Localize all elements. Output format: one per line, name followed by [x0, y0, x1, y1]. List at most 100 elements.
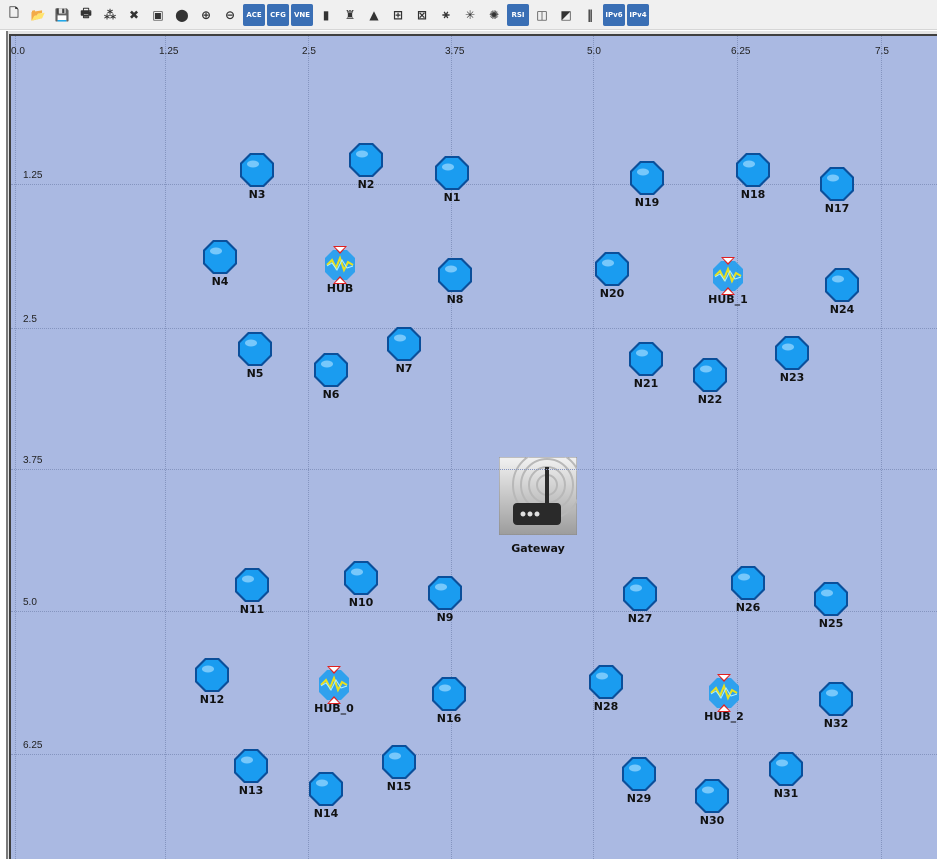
- hub-device-hub[interactable]: HUB: [305, 246, 375, 306]
- node-n17[interactable]: N17: [802, 166, 872, 226]
- node-n25[interactable]: N25: [796, 581, 866, 641]
- delete-icon[interactable]: ✖: [123, 4, 145, 26]
- node-icon: [623, 577, 657, 611]
- ipv6-icon[interactable]: IPv6: [603, 3, 625, 26]
- node-n1[interactable]: N1: [417, 155, 487, 215]
- hub-icon: [319, 666, 349, 704]
- node-label: N13: [238, 784, 264, 797]
- hub-device-hub_0[interactable]: HUB_0: [299, 666, 369, 726]
- node-n30[interactable]: N30: [677, 778, 747, 838]
- ace-icon[interactable]: ACE: [243, 3, 265, 26]
- network-canvas[interactable]: Gateway 0.0 1.25 2.5 3.75 5.0 6.25 7.5 1.25 2.5 3…: [9, 34, 937, 859]
- grid-line-vertical: [308, 36, 309, 859]
- topology-remove-icon[interactable]: ⊠: [411, 4, 433, 26]
- node-n29[interactable]: N29: [604, 756, 674, 816]
- wand-icon[interactable]: ⚹: [435, 4, 457, 26]
- node-n27[interactable]: N27: [605, 576, 675, 636]
- tower-icon[interactable]: ♜: [339, 4, 361, 26]
- traffic-light-icon[interactable]: ▮: [315, 4, 337, 26]
- node-n13[interactable]: N13: [216, 748, 286, 808]
- node-label: N16: [436, 712, 462, 725]
- node-n14[interactable]: N14: [291, 771, 361, 831]
- node-icon: [203, 240, 237, 274]
- node-label: N3: [248, 188, 266, 201]
- node-icon: [235, 568, 269, 602]
- node-n10[interactable]: N10: [326, 560, 396, 620]
- wireless-icon[interactable]: ✺: [483, 4, 505, 26]
- node-n9[interactable]: N9: [410, 575, 480, 635]
- node-n18[interactable]: N18: [718, 152, 788, 212]
- node-icon: [234, 749, 268, 783]
- node-n31[interactable]: N31: [751, 751, 821, 811]
- node-icon: [344, 561, 378, 595]
- open-folder-icon[interactable]: 📂: [27, 4, 49, 26]
- node-label: N4: [211, 275, 229, 288]
- x-axis-tick-label: 2.5: [302, 46, 316, 57]
- ruler-icon[interactable]: ‖: [579, 4, 601, 26]
- node-n15[interactable]: N15: [364, 744, 434, 804]
- print-icon[interactable]: 🖶: [75, 4, 97, 26]
- node-label: N25: [818, 617, 844, 630]
- node-label: N32: [823, 717, 849, 730]
- node-n23[interactable]: N23: [757, 335, 827, 395]
- node-n19[interactable]: N19: [612, 160, 682, 220]
- node-label: N9: [436, 611, 454, 624]
- new-icon[interactable]: 🗋: [3, 4, 25, 26]
- grid-line-vertical: [15, 36, 16, 859]
- hub-device-hub_2[interactable]: HUB_2: [689, 674, 759, 734]
- node-n20[interactable]: N20: [577, 251, 647, 311]
- record-icon[interactable]: ⬤: [171, 4, 193, 26]
- hub-icon: [713, 257, 743, 295]
- topology-icon[interactable]: ⊞: [387, 4, 409, 26]
- zoom-in-icon[interactable]: ⊕: [195, 4, 217, 26]
- node-icon: [693, 358, 727, 392]
- mesh-icon[interactable]: ✳: [459, 4, 481, 26]
- toolbar: 🗋 📂 💾 🖶 ⁂ ✖ ▣ ⬤ ⊕ ⊖ ACE CFG VNE ▮ ♜ ▲ ⊞ ⊠ ⚹ ✳ ✺ RSI ◫ ◩ ‖ IPv6 IPv…: [0, 0, 937, 30]
- export-icon[interactable]: ▣: [147, 4, 169, 26]
- node-n5[interactable]: N5: [220, 331, 290, 391]
- node-n4[interactable]: N4: [185, 239, 255, 299]
- graph-icon[interactable]: ◩: [555, 4, 577, 26]
- grid-line-vertical: [165, 36, 166, 859]
- node-n26[interactable]: N26: [713, 565, 783, 625]
- save-icon[interactable]: 💾: [51, 4, 73, 26]
- node-label: N30: [699, 814, 725, 827]
- zoom-out-icon[interactable]: ⊖: [219, 4, 241, 26]
- node-icon: [814, 582, 848, 616]
- node-n8[interactable]: N8: [420, 257, 490, 317]
- node-n28[interactable]: N28: [571, 664, 641, 724]
- node-icon: [438, 258, 472, 292]
- hub-device-hub_1[interactable]: HUB_1: [693, 257, 763, 317]
- node-label: N29: [626, 792, 652, 805]
- node-n2[interactable]: N2: [331, 142, 401, 202]
- cfg-icon[interactable]: CFG: [267, 3, 289, 26]
- node-icon: [382, 745, 416, 779]
- layers-icon[interactable]: ◫: [531, 4, 553, 26]
- node-n7[interactable]: N7: [369, 326, 439, 386]
- node-n22[interactable]: N22: [675, 357, 745, 417]
- node-label: N10: [348, 596, 374, 609]
- node-n12[interactable]: N12: [177, 657, 247, 717]
- network-icon[interactable]: ⁂: [99, 4, 121, 26]
- x-axis-tick-label: 1.25: [159, 46, 179, 57]
- ipv4-ipv6-icon[interactable]: IPv4: [627, 3, 649, 26]
- node-icon: [731, 566, 765, 600]
- x-axis-tick-label: 5.0: [587, 46, 601, 57]
- node-icon: [428, 576, 462, 610]
- node-n32[interactable]: N32: [801, 681, 871, 741]
- node-n3[interactable]: N3: [222, 152, 292, 212]
- node-n21[interactable]: N21: [611, 341, 681, 401]
- vne-icon[interactable]: VNE: [291, 3, 313, 26]
- node-label: N24: [829, 303, 855, 316]
- node-icon: [314, 353, 348, 387]
- node-n24[interactable]: N24: [807, 267, 877, 327]
- gateway-device[interactable]: Gateway: [499, 457, 579, 567]
- node-n16[interactable]: N16: [414, 676, 484, 736]
- node-icon: [387, 327, 421, 361]
- node-icon: [240, 153, 274, 187]
- triangle-icon[interactable]: ▲: [363, 4, 385, 26]
- node-n11[interactable]: N11: [217, 567, 287, 627]
- node-label: N5: [246, 367, 264, 380]
- rsi-icon[interactable]: RSI: [507, 3, 529, 26]
- node-n6[interactable]: N6: [296, 352, 366, 412]
